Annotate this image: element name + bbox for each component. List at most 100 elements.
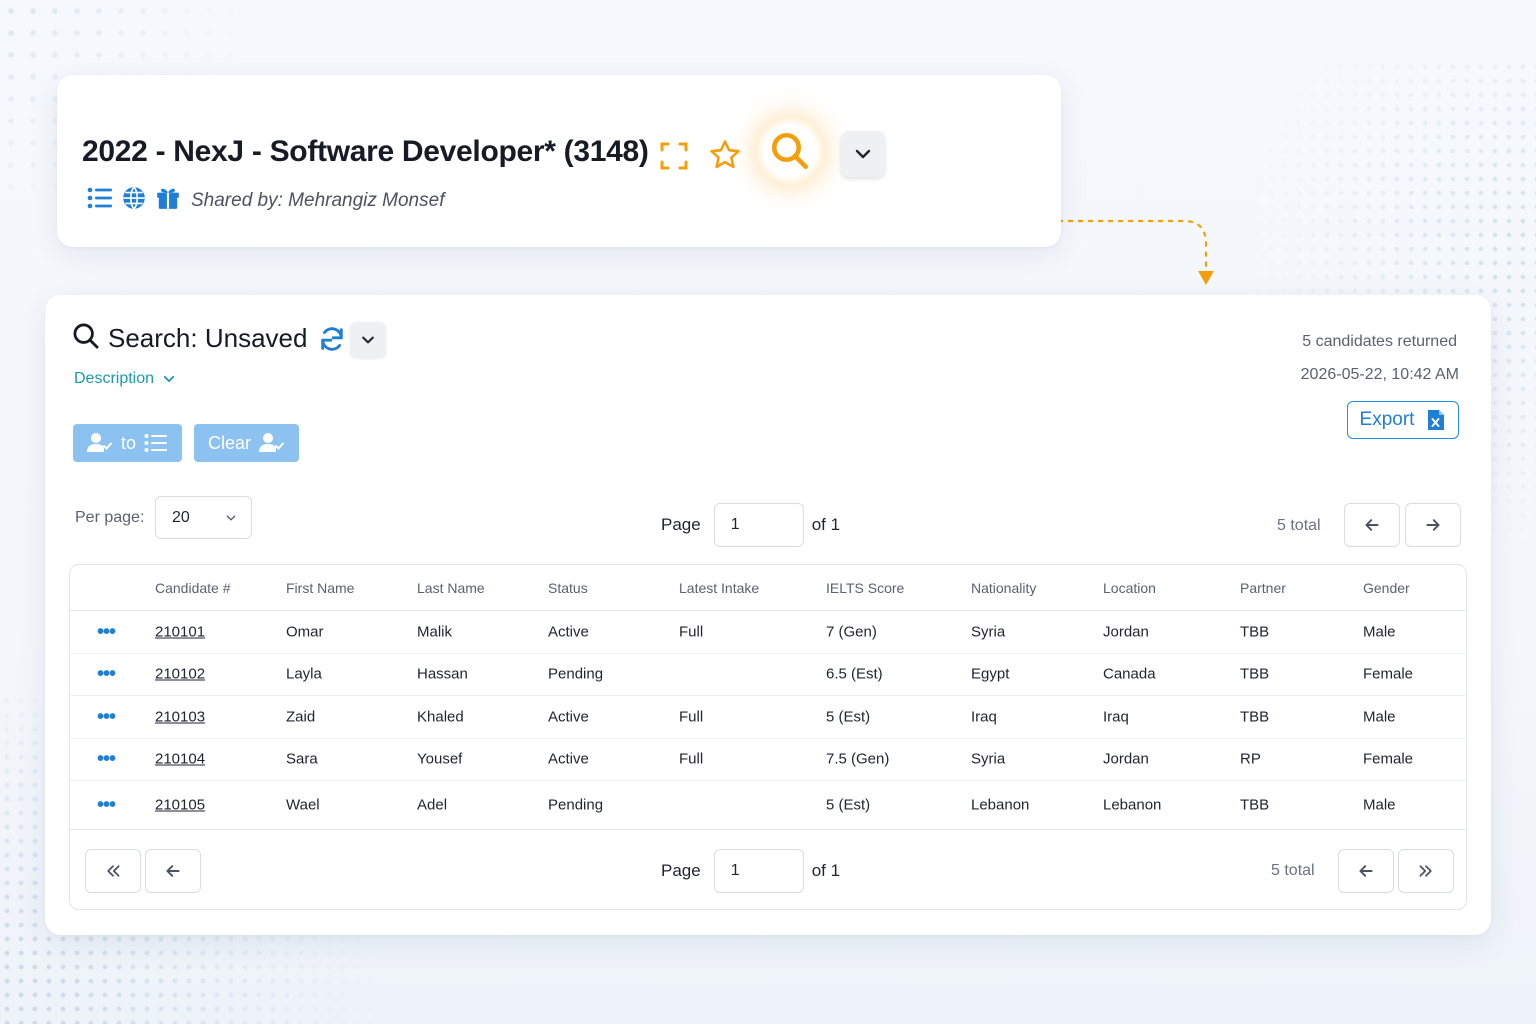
prev-page-button[interactable] [1338,849,1394,893]
bulk-action-buttons: to Clear [73,424,300,462]
candidate-number-link[interactable]: 210105 [155,797,205,814]
gender: Female [1363,665,1414,683]
column-header-latest-intake[interactable]: Latest Intake [679,580,759,596]
per-page-select[interactable]: 20 [155,496,252,539]
last-name: Hassan [417,665,468,683]
search-title-row: Search: Unsaved [72,322,347,355]
arrow-left-icon [166,865,180,877]
page-selector-top: Page 1 of 1 [661,503,840,547]
globe-icon[interactable] [121,185,147,216]
per-page-label: Per page: [75,509,145,526]
refresh-icon[interactable] [317,324,347,354]
per-page-value: 20 [172,508,190,526]
latest-intake: Full [679,708,704,726]
gender: Female [1363,750,1414,768]
status: Pending [548,796,604,814]
first-name: Zaid [286,708,316,726]
column-header-partner[interactable]: Partner [1240,580,1286,596]
chevron-down-icon[interactable] [841,131,885,177]
gender: Male [1363,796,1396,814]
partner: RP [1240,750,1261,768]
location: Jordan [1103,750,1149,768]
first-page-button[interactable] [85,849,141,893]
export-button[interactable]: Export [1347,401,1459,439]
description-label: Description [74,370,155,387]
user-check-icon [87,433,112,452]
export-label: Export [1359,409,1415,430]
column-header-candidate[interactable]: Candidate # [155,580,231,596]
last-name: Adel [417,796,448,814]
column-header-nationality[interactable]: Nationality [971,580,1036,596]
search-icon[interactable] [757,118,823,184]
ielts-score: 6.5 (Est) [826,665,883,683]
location: Iraq [1103,708,1129,726]
chevron-down-icon [362,336,374,344]
ielts-score: 7.5 (Gen) [826,750,890,768]
job-title: 2022 - NexJ - Software Developer* (3148) [82,135,649,168]
clear-selection-button[interactable]: Clear [194,424,300,462]
description-toggle[interactable]: Description [74,370,176,388]
table-row: ••• 210105 Wael Adel Pending 5 (Est) Leb… [70,781,1466,830]
status: Active [548,623,589,641]
column-header-last-name[interactable]: Last Name [417,580,485,596]
row-actions-menu[interactable]: ••• [97,622,116,642]
partner: TBB [1240,623,1270,641]
table-row: ••• 210102 Layla Hassan Pending 6.5 (Est… [70,654,1466,696]
ielts-score: 5 (Est) [826,796,871,814]
column-header-ielts-score[interactable]: IELTS Score [826,580,904,596]
nationality: Syria [971,750,1006,768]
partner: TBB [1240,665,1270,683]
search-options-dropdown[interactable] [350,322,386,358]
table-row: ••• 210104 Sara Yousef Active Full 7.5 (… [70,739,1466,781]
prev-page-button[interactable] [1344,503,1400,547]
shared-by-text: Shared by: Mehrangiz Monsef [191,189,445,211]
arrow-left-icon [1359,865,1373,877]
page-label: Page [661,861,701,880]
job-header-card: 2022 - NexJ - Software Developer* (3148) [57,75,1061,247]
list-icon [144,434,168,452]
row-actions-menu[interactable]: ••• [97,749,116,769]
row-actions-menu[interactable]: ••• [97,664,116,684]
gift-icon[interactable] [155,185,181,216]
latest-intake: Full [679,750,704,768]
page-of-label: of 1 [811,515,841,534]
user-check-icon [259,433,285,452]
total-count: 5 total [1271,862,1315,879]
add-to-list-button[interactable]: to [73,424,183,462]
ielts-score: 7 (Gen) [826,623,877,641]
row-actions-menu[interactable]: ••• [97,795,116,815]
arrow-left-icon [1365,519,1379,531]
double-chevron-left-icon [107,865,120,877]
last-name: Khaled [417,708,464,726]
search-icon [72,322,100,355]
latest-intake: Full [679,623,704,641]
candidate-number-link[interactable]: 210103 [155,708,205,725]
column-header-gender[interactable]: Gender [1363,580,1410,596]
candidate-number-link[interactable]: 210101 [155,623,205,640]
page-input[interactable]: 1 [713,849,804,893]
column-header-location[interactable]: Location [1103,580,1156,596]
table-footer-pagination: Page 1 of 1 5 total [70,831,1466,911]
first-name: Omar [286,623,324,641]
location: Jordan [1103,623,1149,641]
first-name: Wael [286,796,320,814]
candidate-number-link[interactable]: 210104 [155,751,205,768]
next-page-button[interactable] [1405,503,1461,547]
total-count: 5 total [1277,517,1321,534]
clear-label: Clear [208,432,252,453]
row-actions-menu[interactable]: ••• [97,707,116,727]
prev-page-button[interactable] [145,849,201,893]
double-chevron-right-icon [1419,865,1432,877]
last-page-button[interactable] [1398,849,1454,893]
gender: Male [1363,623,1396,641]
last-name: Malik [417,623,453,641]
expand-icon[interactable] [657,139,691,173]
list-icon[interactable] [87,186,113,215]
candidate-number-link[interactable]: 210102 [155,666,205,683]
column-header-first-name[interactable]: First Name [286,580,354,596]
star-icon[interactable] [707,137,743,173]
page-input[interactable]: 1 [713,503,804,547]
location: Lebanon [1103,796,1162,814]
candidates-returned: 5 candidates returned [1302,333,1457,350]
column-header-status[interactable]: Status [548,580,588,596]
